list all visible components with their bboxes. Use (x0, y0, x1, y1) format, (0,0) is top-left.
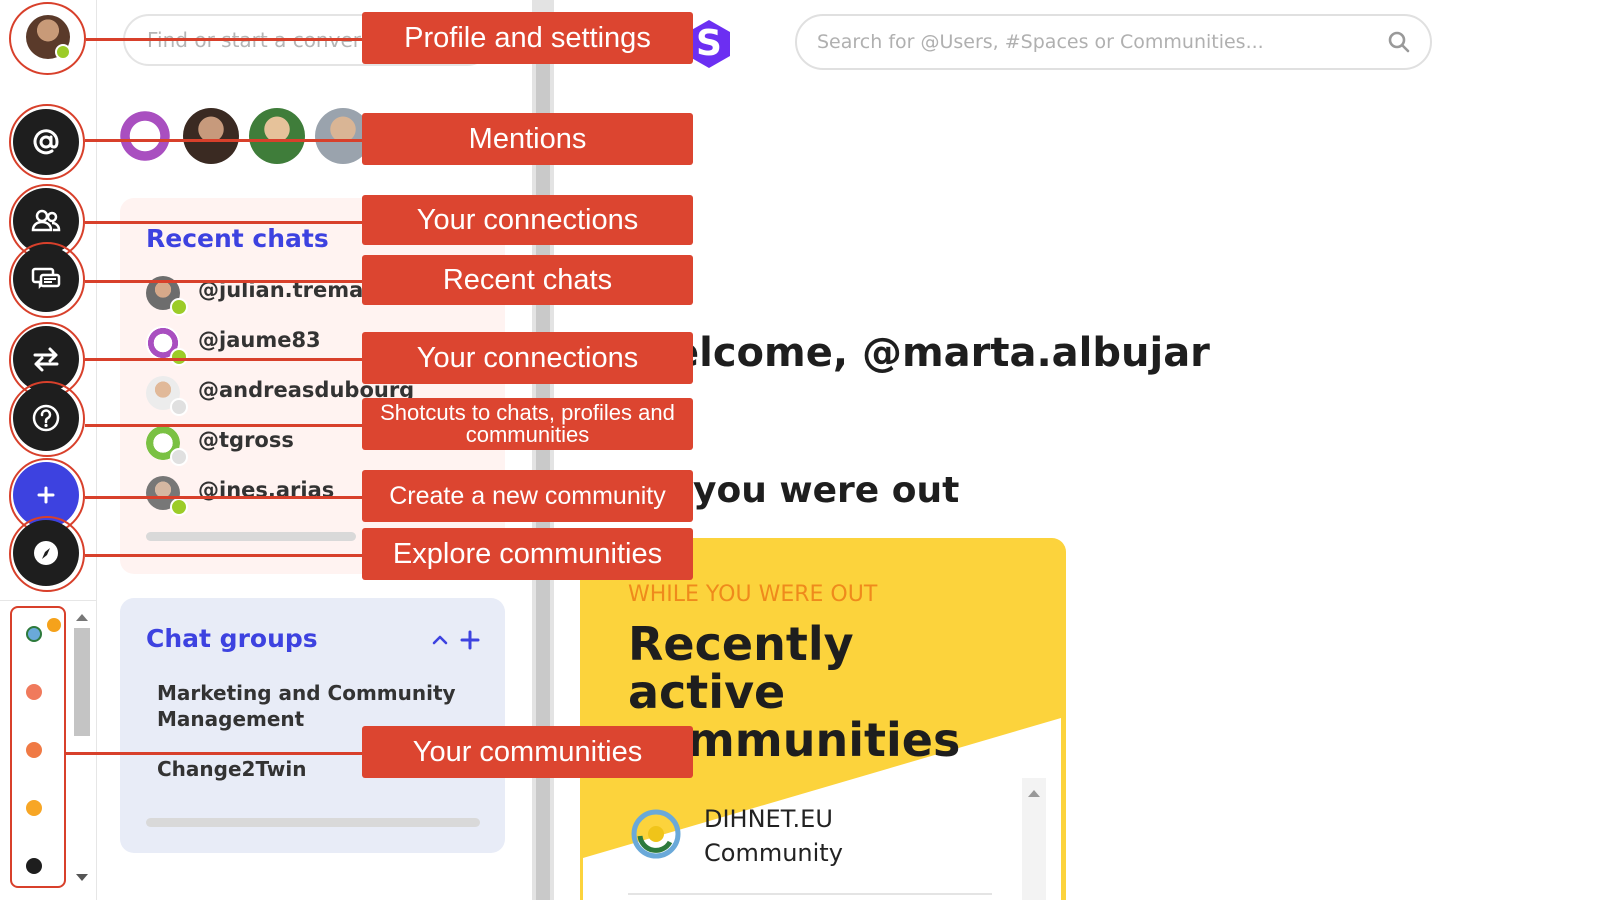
annotation-callout: Shotcuts to chats, profiles and communit… (362, 398, 693, 450)
annotation-callout: Your communities (362, 726, 693, 778)
scroll-up-arrow-icon[interactable] (76, 614, 88, 621)
card-scrollbar[interactable] (1022, 778, 1046, 900)
status-dot (170, 498, 188, 516)
community-5-icon[interactable] (26, 858, 42, 874)
welcome-heading: elcome, @marta.albujar (672, 330, 1210, 376)
annotation-callout: Explore communities (362, 528, 693, 580)
dihnet-logo-icon (631, 809, 681, 859)
help-ring (9, 381, 85, 457)
annotation-callout: Recent chats (362, 255, 693, 305)
chat-handle: @tgross (198, 428, 294, 452)
recent-chats-ring (9, 242, 85, 318)
community-name[interactable]: DIHNET.EU Community (704, 802, 864, 870)
recent-chats-title: Recent chats (146, 224, 329, 253)
community-dihnet-icon[interactable] (26, 626, 42, 642)
card-divider (628, 893, 992, 895)
scroll-down-arrow-icon[interactable] (76, 874, 88, 881)
community-4-icon[interactable] (26, 800, 42, 816)
chevron-up-icon[interactable] (432, 632, 448, 648)
annotation-leader (85, 496, 366, 499)
scroll-thumb[interactable] (74, 628, 90, 736)
annotation-leader (85, 280, 366, 283)
card-kicker: WHILE YOU WERE OUT (628, 582, 878, 607)
community-3-icon[interactable] (26, 742, 42, 758)
annotation-leader (85, 554, 366, 557)
app-logo[interactable]: S (688, 20, 730, 68)
chat-group-item[interactable]: Marketing and Community Management (157, 680, 457, 732)
annotation-callout: Mentions (362, 113, 693, 165)
annotation-leader (85, 358, 366, 361)
search-icon[interactable] (1386, 29, 1412, 55)
recent-chats-scrollbar[interactable] (146, 532, 356, 541)
annotation-callout: Create a new community (362, 470, 693, 522)
annotation-leader (85, 139, 366, 142)
community-badge-dot (47, 618, 61, 632)
annotation-callout: Profile and settings (362, 12, 693, 64)
status-dot (170, 348, 188, 366)
scroll-up-arrow-icon[interactable] (1028, 790, 1040, 797)
annotation-leader (85, 221, 366, 224)
status-dot (170, 398, 188, 416)
status-dot (170, 448, 188, 466)
recent-communities-card: WHILE YOU WERE OUT Recently active commu… (580, 538, 1066, 900)
communities-scrollbar[interactable] (72, 608, 92, 890)
quick-avatar-1[interactable] (117, 108, 173, 164)
chat-group-item[interactable]: Change2Twin (157, 756, 306, 782)
chat-groups-scrollbar[interactable] (146, 818, 480, 827)
annotation-leader (85, 424, 366, 427)
quick-avatar-2[interactable] (183, 108, 239, 164)
mentions-ring (9, 104, 85, 180)
global-search-input[interactable]: Search for @Users, #Spaces or Communitie… (795, 14, 1432, 70)
annotation-leader (66, 752, 366, 755)
annotation-leader (86, 38, 366, 41)
quick-avatar-3[interactable] (249, 108, 305, 164)
community-2-icon[interactable] (26, 684, 42, 700)
chat-handle: @jaume83 (198, 328, 321, 352)
section-heading: you were out (693, 470, 960, 511)
profile-ring (9, 2, 86, 75)
status-dot (170, 298, 188, 316)
explore-ring (9, 516, 85, 592)
add-group-plus-icon[interactable] (460, 630, 480, 650)
global-search-placeholder: Search for @Users, #Spaces or Communitie… (817, 31, 1264, 53)
chat-groups-title: Chat groups (146, 624, 318, 653)
rail-divider (0, 600, 96, 601)
annotation-callout: Your connections (362, 195, 693, 245)
annotation-callout: Your connections (362, 332, 693, 384)
